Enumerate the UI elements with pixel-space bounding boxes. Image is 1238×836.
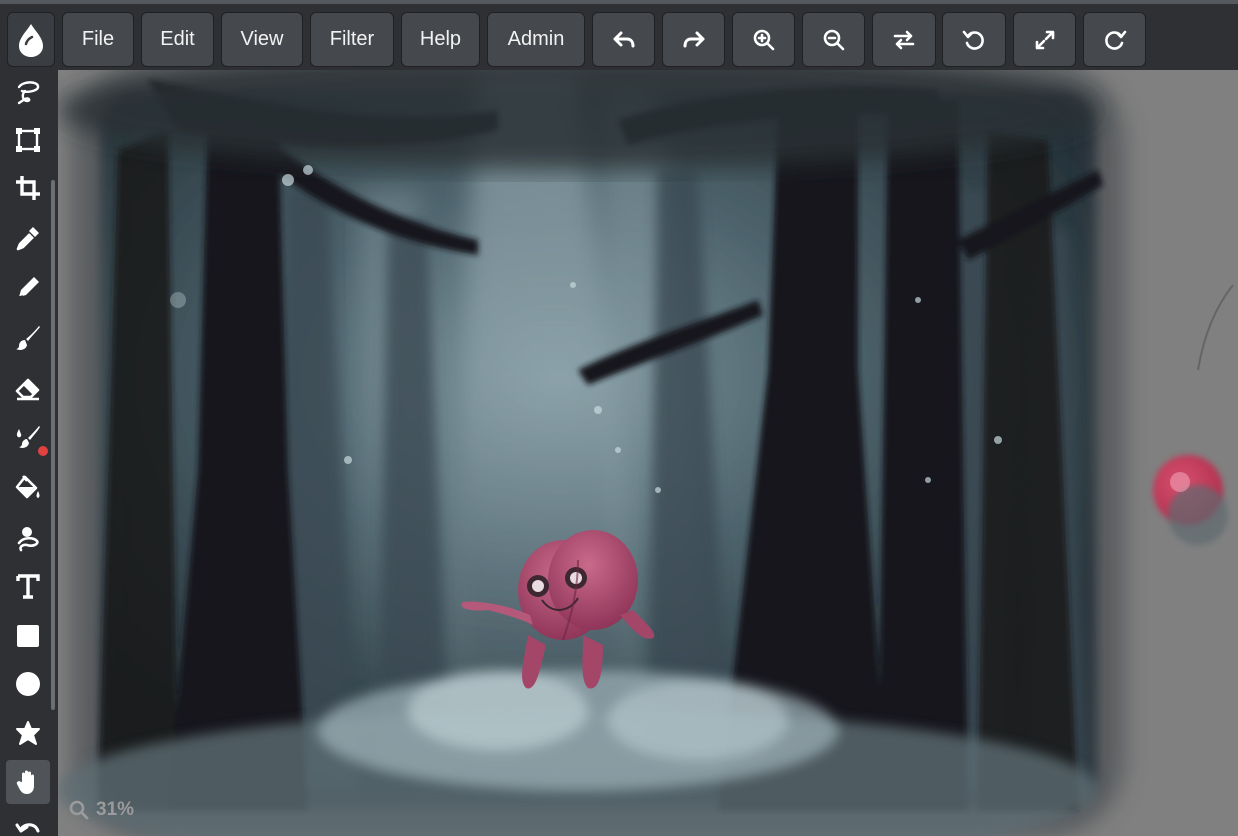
tool-text[interactable] bbox=[6, 564, 50, 608]
rotate-right-button[interactable] bbox=[1083, 12, 1146, 67]
menu-view[interactable]: View bbox=[221, 12, 303, 67]
zoom-level-label: 31% bbox=[96, 799, 135, 820]
menu-view-label: View bbox=[240, 28, 284, 50]
color-indicator-dot bbox=[38, 446, 48, 456]
text-icon bbox=[16, 574, 40, 599]
transform-icon bbox=[16, 128, 40, 152]
tool-lasso[interactable] bbox=[6, 70, 50, 114]
menu-edit[interactable]: Edit bbox=[141, 12, 214, 67]
tool-ellipse[interactable] bbox=[6, 662, 50, 706]
drop-logo-icon bbox=[19, 23, 43, 57]
menu-filter-label: Filter bbox=[329, 28, 375, 50]
app-window: File Edit View Filter Help Admin 31% bbox=[0, 0, 1238, 836]
artwork-painting bbox=[58, 70, 1234, 836]
fill-bucket-icon bbox=[15, 475, 40, 499]
tool-undo-curve[interactable] bbox=[6, 810, 50, 836]
brush-cursor-preview bbox=[1153, 455, 1228, 545]
top-toolbar: File Edit View Filter Help Admin bbox=[0, 0, 1238, 70]
hand-icon bbox=[16, 770, 34, 794]
tool-smudge[interactable] bbox=[6, 516, 50, 560]
lasso-icon bbox=[17, 81, 40, 105]
zoom-in-button[interactable] bbox=[732, 12, 795, 67]
tool-sidebar bbox=[0, 70, 58, 836]
magnifier-icon bbox=[69, 800, 89, 820]
redo-button[interactable] bbox=[662, 12, 725, 67]
menu-help-label: Help bbox=[419, 28, 462, 50]
shape-icon bbox=[16, 721, 40, 745]
fullscreen-icon bbox=[1035, 30, 1054, 49]
tool-pencil[interactable] bbox=[6, 266, 50, 310]
tool-brush[interactable] bbox=[6, 316, 50, 360]
zoom-indicator: 31% bbox=[68, 796, 134, 824]
menu-file[interactable]: File bbox=[62, 12, 134, 67]
fullscreen-button[interactable] bbox=[1013, 12, 1076, 67]
smudge-icon bbox=[17, 527, 39, 552]
redo-icon bbox=[683, 31, 704, 47]
tool-blend-brush[interactable] bbox=[6, 416, 50, 460]
tool-fill-bucket[interactable] bbox=[6, 466, 50, 510]
zoom-out-button[interactable] bbox=[802, 12, 865, 67]
rectangle-icon bbox=[17, 625, 39, 647]
zoom-in-icon bbox=[753, 29, 774, 50]
zoom-out-icon bbox=[823, 29, 844, 50]
menu-help[interactable]: Help bbox=[401, 12, 480, 67]
tool-eraser[interactable] bbox=[6, 366, 50, 410]
tool-shape[interactable] bbox=[6, 712, 50, 756]
sidebar-scrollbar[interactable] bbox=[51, 180, 55, 710]
menu-admin[interactable]: Admin bbox=[487, 12, 585, 67]
eyedropper-icon bbox=[16, 227, 39, 251]
undo-curve-icon bbox=[15, 823, 40, 833]
tool-hand[interactable] bbox=[6, 760, 50, 804]
drawing-canvas[interactable] bbox=[58, 70, 1238, 836]
menu-admin-label: Admin bbox=[507, 28, 565, 50]
app-logo-button[interactable] bbox=[7, 12, 55, 67]
menu-filter[interactable]: Filter bbox=[310, 12, 394, 67]
pencil-icon bbox=[18, 277, 39, 298]
tool-rectangle[interactable] bbox=[6, 614, 50, 658]
eraser-icon bbox=[15, 378, 40, 401]
swap-icon bbox=[893, 30, 915, 49]
undo-icon bbox=[613, 31, 634, 47]
crop-icon bbox=[16, 176, 40, 200]
tool-crop[interactable] bbox=[6, 166, 50, 210]
tool-transform[interactable] bbox=[6, 118, 50, 162]
menu-edit-label: Edit bbox=[160, 28, 195, 50]
ellipse-icon bbox=[16, 672, 40, 696]
swap-button[interactable] bbox=[872, 12, 936, 67]
tool-eyedropper[interactable] bbox=[6, 216, 50, 260]
rotate-left-icon bbox=[962, 30, 984, 50]
brush-icon bbox=[16, 326, 40, 350]
rotate-right-icon bbox=[1104, 30, 1126, 50]
rotate-left-button[interactable] bbox=[942, 12, 1006, 67]
undo-button[interactable] bbox=[592, 12, 655, 67]
menu-file-label: File bbox=[81, 28, 115, 50]
